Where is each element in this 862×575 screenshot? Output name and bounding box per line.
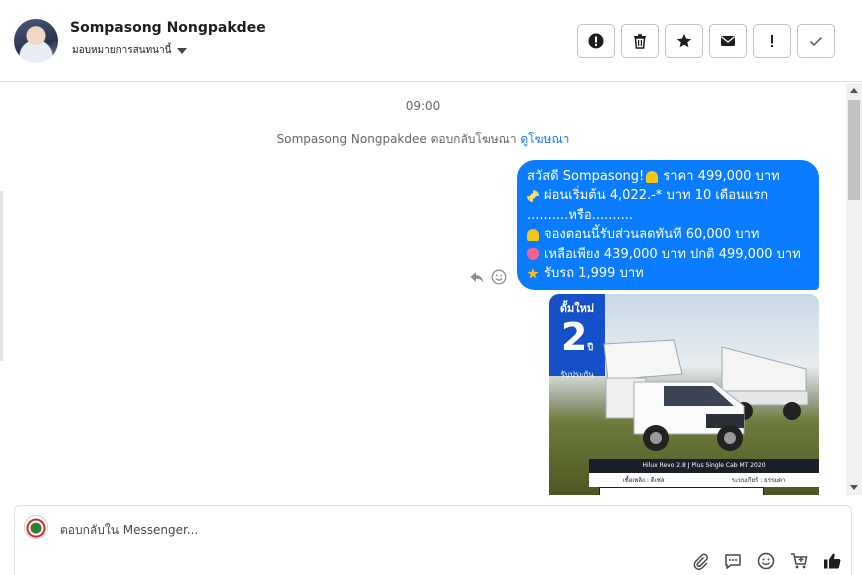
message-line-text: รับรถ 1,999 บาท [544, 266, 644, 282]
message-line-text: สวัสดี Sompasong! [527, 169, 645, 184]
dump-truck-front-icon [603, 339, 745, 451]
emoji-reaction-icon[interactable] [491, 269, 507, 285]
message-actions [469, 269, 507, 285]
spec-fuel: เชื้อเพลิง : ดีเซล [622, 477, 665, 484]
ad-image-attachment[interactable]: ดั้มใหม่ 2ปี รับประกัน Hilux Revo 2.8 J … [549, 294, 819, 495]
message-line: ผ่อนเริ่มต้น 4,022.-* บาท 10 เดือนแรก [527, 186, 809, 205]
add-to-cart-icon[interactable] [790, 552, 808, 570]
star-icon [676, 34, 692, 48]
sparkles-emoji-icon [527, 190, 539, 203]
message-line: เหลือเพียง 439,000 บาท ปกติ 499,000 บาท [527, 245, 809, 264]
reply-icon[interactable] [469, 269, 485, 285]
trash-icon [634, 34, 646, 49]
avatar[interactable] [14, 19, 58, 63]
view-ad-link[interactable]: ดูโฆษณา [520, 132, 569, 146]
message-timestamp: 09:00 [405, 99, 441, 113]
done-button[interactable] [797, 24, 835, 58]
conversation-header: Sompasong Nongpakdee มอบหมายการสนทนานี้ [0, 0, 862, 82]
page-avatar [24, 515, 48, 539]
message-thread: 09:00 Sompasong Nongpakdee ตอบกลับโฆษณา … [0, 83, 846, 495]
reply-input[interactable]: ตอบกลับใน Messenger... [60, 521, 198, 540]
check-icon [809, 36, 823, 47]
mark-unread-button[interactable] [709, 24, 747, 58]
thread-left-divider [0, 191, 3, 361]
thread-scrollbar[interactable] [846, 83, 862, 495]
message-line: ..........หรือ.......... [527, 206, 809, 225]
priority-button[interactable] [753, 24, 791, 58]
contact-name[interactable]: Sompasong Nongpakdee [70, 20, 266, 36]
ad-caption: Hilux Revo 2.8 J Plus Single Cab MT 2020 [589, 459, 819, 473]
bell-emoji-icon [527, 228, 539, 241]
message-bubble[interactable]: สวัสดี Sompasong! ราคา 499,000 บาท ผ่อนเ… [517, 160, 819, 290]
ad-reply-note: Sompasong Nongpakdee ตอบกลับโฆษณา ดูโฆษณ… [0, 130, 846, 149]
scroll-down-arrow-icon[interactable] [850, 485, 858, 490]
message-line-text: ราคา 499,000 บาท [663, 169, 780, 184]
saved-replies-icon[interactable] [724, 552, 742, 570]
assign-label: มอบหมายการสนทนานี้ [72, 45, 172, 56]
message-line-text: ผ่อนเริ่มต้น 4,022.-* บาท 10 เดือนแรก [544, 188, 769, 204]
caret-down-icon [177, 47, 188, 54]
paperclip-icon[interactable] [691, 552, 709, 570]
star-emoji-icon [527, 267, 539, 279]
spec-gear: ระบบเกียร์ : ธรรมดา [731, 477, 786, 484]
message-line: จองตอนนี้รับส่วนลดทันที 60,000 บาท [527, 225, 809, 244]
alert-circle-icon [588, 33, 604, 49]
ad-spec-row: เชื้อเพลิง : ดีเซล ระบบเกียร์ : ธรรมดา [589, 473, 819, 487]
follow-up-button[interactable] [665, 24, 703, 58]
spam-button[interactable] [577, 24, 615, 58]
ad-reply-text: Sompasong Nongpakdee ตอบกลับโฆษณา [276, 132, 517, 146]
exclamation-icon [771, 35, 773, 47]
composer-tools [691, 552, 841, 570]
scroll-up-arrow-icon[interactable] [850, 88, 858, 93]
like-icon[interactable] [823, 552, 841, 570]
badge-suffix: ปี [587, 343, 594, 353]
message-line: สวัสดี Sompasong! ราคา 499,000 บาท [527, 167, 809, 186]
message-line-text: ..........หรือ.......... [527, 207, 634, 223]
envelope-icon [721, 36, 735, 46]
message-line-text: จองตอนนี้รับส่วนลดทันที 60,000 บาท [544, 227, 760, 243]
conversation-toolbar [577, 24, 835, 58]
message-composer[interactable]: ตอบกลับใน Messenger... [14, 505, 852, 575]
scroll-thumb[interactable] [848, 100, 860, 200]
message-line-text: เหลือเพียง 439,000 บาท ปกติ 499,000 บาท [544, 246, 801, 262]
message-line: รับรถ 1,999 บาท [527, 264, 809, 283]
assign-conversation-dropdown[interactable]: มอบหมายการสนทนานี้ [72, 43, 188, 58]
bell-emoji-icon [646, 170, 659, 183]
ad-price-box [599, 487, 764, 495]
badge-number-value: 2 [560, 315, 588, 359]
ribbon-emoji-icon [527, 248, 539, 261]
emoji-icon[interactable] [757, 552, 775, 570]
delete-button[interactable] [621, 24, 659, 58]
